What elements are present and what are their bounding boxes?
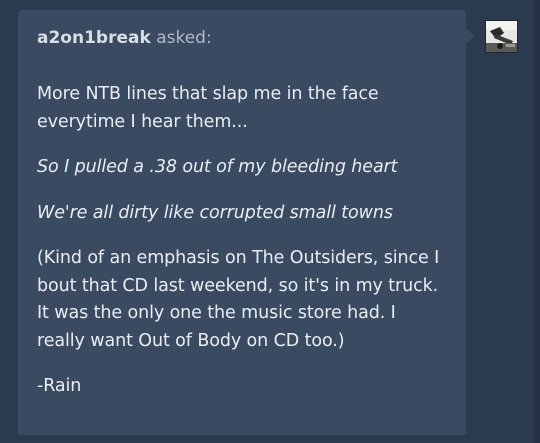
asker-avatar-icon[interactable] <box>485 20 518 53</box>
page-edge <box>534 0 540 443</box>
avatar-image <box>486 21 517 52</box>
ask-lyric-2: We're all dirty like corrupted small tow… <box>37 202 393 223</box>
asked-label: asked: <box>156 28 212 48</box>
asker-line: a2on1break asked: <box>37 28 446 48</box>
tumblr-ask-post: a2on1break asked: More NTB lines that sl… <box>0 0 540 443</box>
ask-paragraph-note: (Kind of an emphasis on The Outsiders, s… <box>37 248 440 351</box>
bubble-pointer <box>466 28 475 44</box>
asker-name-link[interactable]: a2on1break <box>37 28 151 48</box>
ask-bubble: a2on1break asked: More NTB lines that sl… <box>18 10 466 435</box>
ask-signature: -Rain <box>37 376 82 396</box>
ask-paragraph-intro: More NTB lines that slap me in the face … <box>37 84 379 132</box>
ask-lyric-1: So I pulled a .38 out of my bleeding hea… <box>37 157 398 177</box>
